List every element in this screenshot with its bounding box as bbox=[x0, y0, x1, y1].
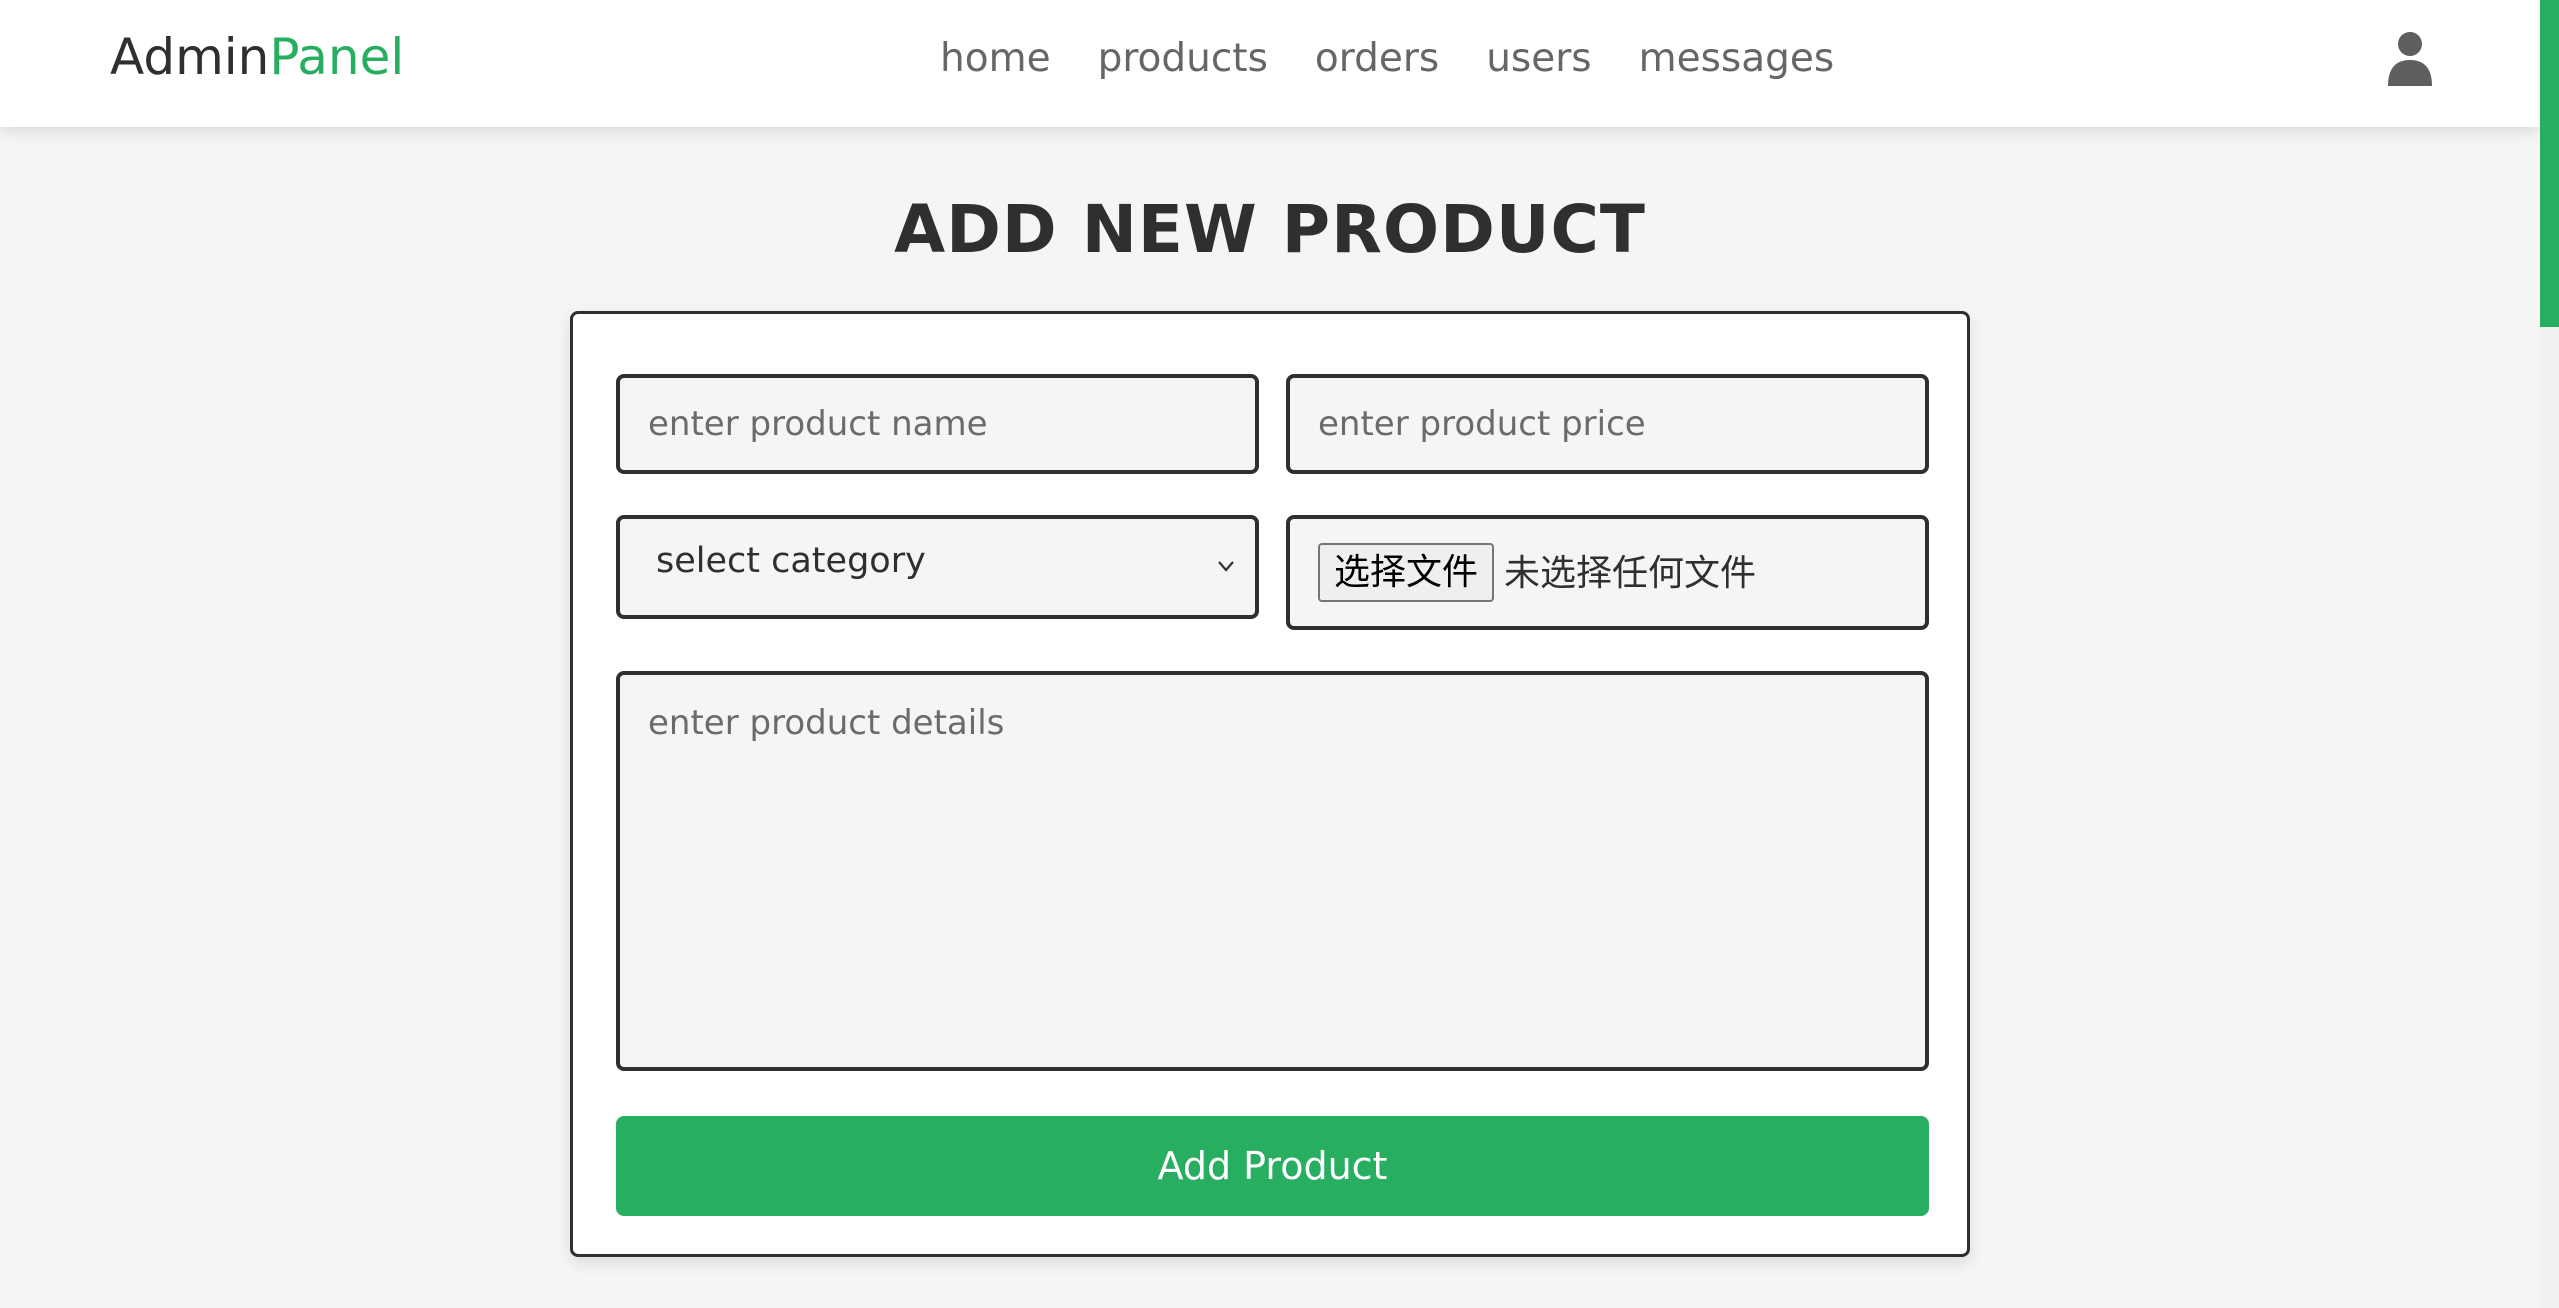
top-header: AdminPanel home products orders users me… bbox=[0, 0, 2540, 127]
logo-text-primary: Admin bbox=[110, 28, 270, 86]
nav-link-messages[interactable]: messages bbox=[1639, 36, 1835, 81]
add-product-button[interactable]: Add Product bbox=[616, 1116, 1929, 1216]
page-title: ADD NEW PRODUCT bbox=[894, 191, 1646, 268]
main-nav: home products orders users messages bbox=[940, 30, 1834, 86]
logo[interactable]: AdminPanel bbox=[110, 27, 404, 87]
category-select[interactable]: select category bbox=[616, 515, 1259, 619]
nav-link-users[interactable]: users bbox=[1486, 36, 1591, 81]
product-name-input[interactable] bbox=[616, 374, 1259, 474]
choose-file-button[interactable]: 选择文件 bbox=[1318, 543, 1495, 602]
add-product-form: select category 选择文件 未选择任何文件 Add Product bbox=[570, 311, 1970, 1257]
chevron-down-icon bbox=[1218, 561, 1234, 572]
product-price-input[interactable] bbox=[1286, 374, 1929, 474]
file-status-text: 未选择任何文件 bbox=[1504, 553, 1757, 594]
page-scrollbar-thumb[interactable] bbox=[2540, 0, 2559, 327]
nav-link-products[interactable]: products bbox=[1098, 36, 1268, 81]
category-select-value: select category bbox=[656, 541, 926, 581]
user-icon[interactable] bbox=[2380, 30, 2440, 86]
product-image-file-input: 选择文件 未选择任何文件 bbox=[1286, 515, 1929, 630]
nav-link-orders[interactable]: orders bbox=[1315, 36, 1439, 81]
nav-link-home[interactable]: home bbox=[940, 36, 1051, 81]
product-details-textarea[interactable] bbox=[616, 671, 1929, 1071]
logo-text-accent: Panel bbox=[269, 28, 405, 86]
